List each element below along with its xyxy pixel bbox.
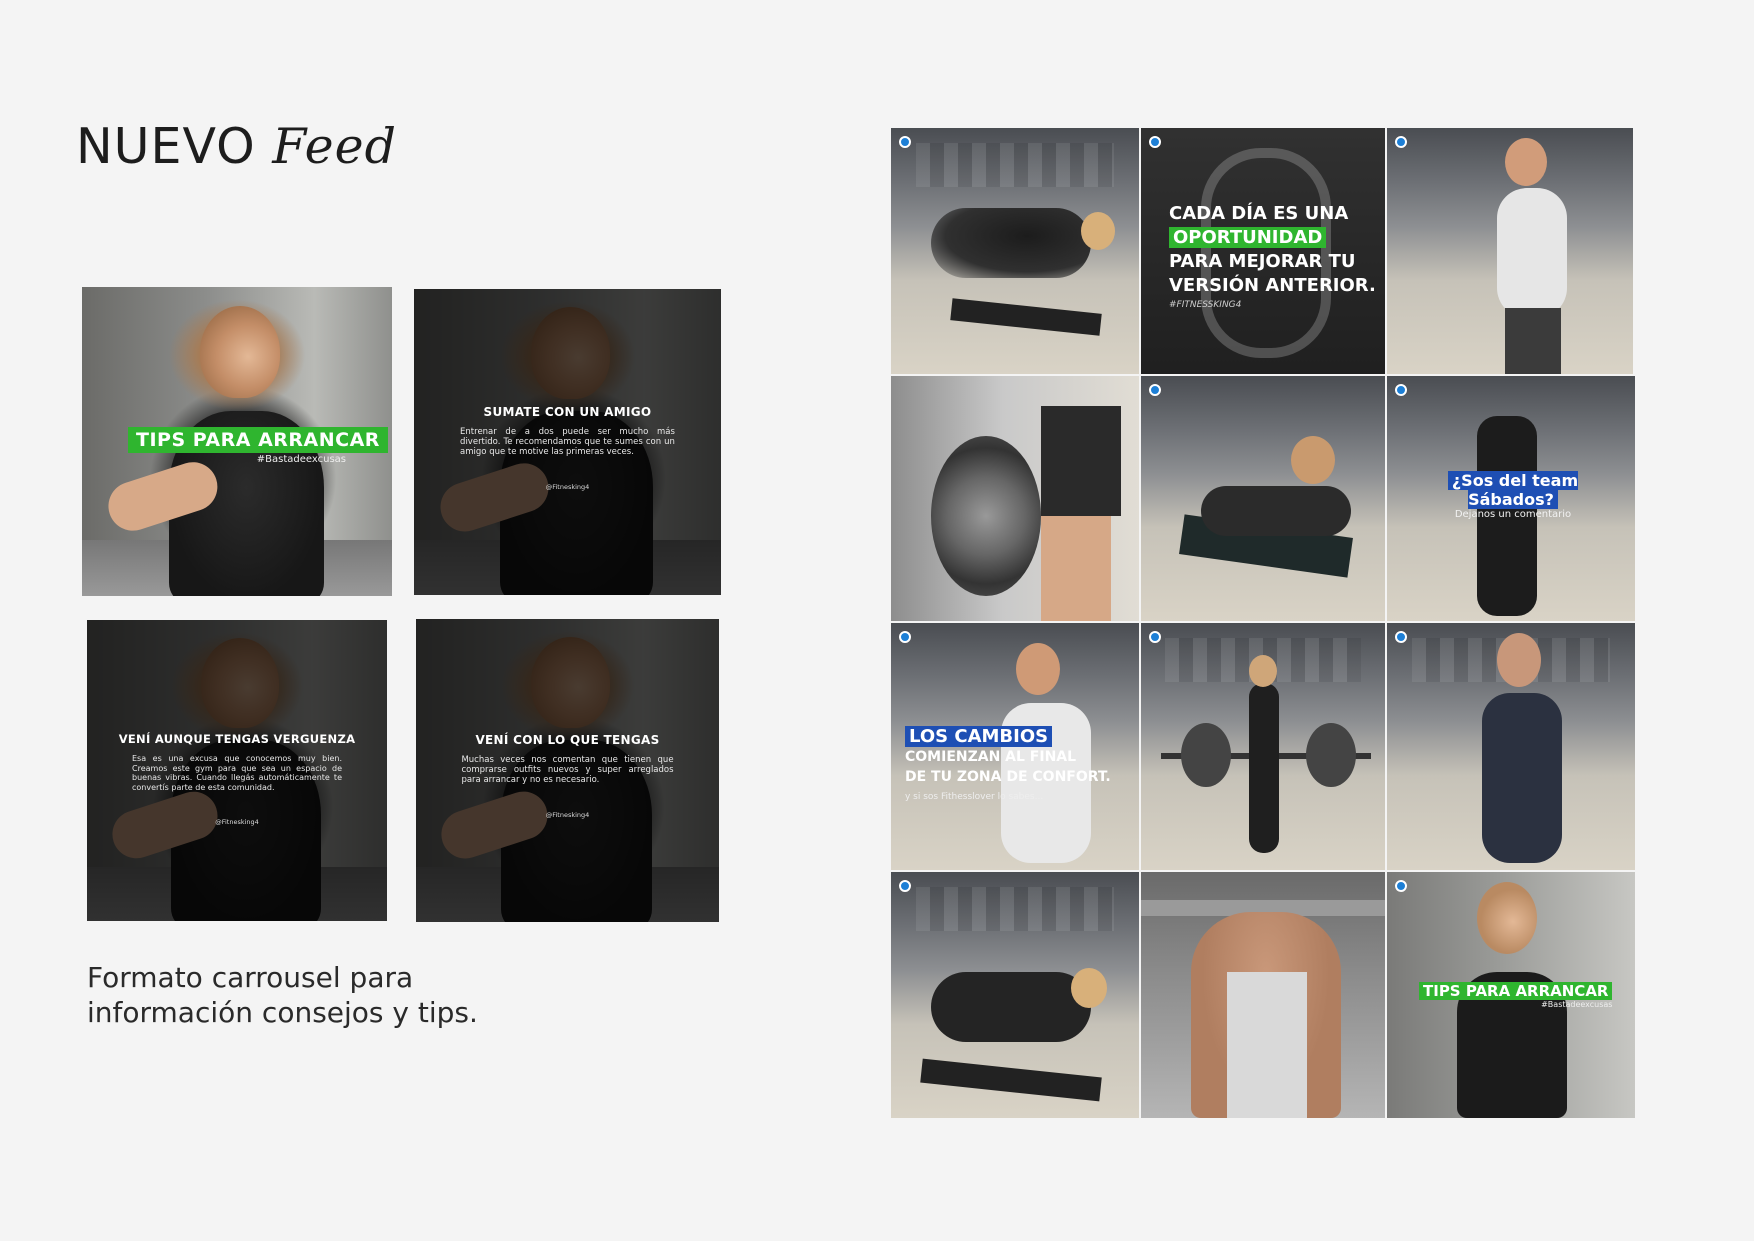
carousel-card-1: TIPS PARA ARRANCAR #Bastadeexcusas	[82, 287, 392, 596]
quote-sub: y si sos Fithesslover lo sabes...	[905, 792, 1044, 802]
card-heading: VENÍ CON LO QUE TENGAS	[475, 733, 660, 747]
feed-tile-1[interactable]	[891, 128, 1139, 374]
quote-line-3: PARA MEJORAR TU	[1169, 251, 1356, 272]
card-handle: @Fitnesking4	[545, 483, 590, 491]
tile-photo-person	[1201, 486, 1351, 536]
tile-photo-tank	[1227, 972, 1307, 1118]
quote-line-1: LOS CAMBIOS	[905, 726, 1053, 747]
card-overlay: TIPS PARA ARRANCAR #Bastadeexcusas	[82, 287, 392, 596]
tile-photo-person	[1249, 683, 1279, 853]
page-title: NUEVO Feed	[76, 118, 397, 175]
card-overlay: VENÍ AUNQUE TENGAS VERGUENZA Esa es una …	[87, 620, 387, 921]
tile-photo-head	[1477, 882, 1537, 954]
carousel-card-2: SUMATE CON UN AMIGO Entrenar de a dos pu…	[414, 289, 721, 595]
badge-text: TIPS PARA ARRANCAR	[1419, 982, 1613, 1000]
tile-photo-plate-right	[1306, 723, 1356, 787]
card-handle: @Fitnesking4	[545, 811, 590, 819]
tile-photo-mat	[920, 1058, 1102, 1102]
caption-line-2: información consejos y tips.	[87, 996, 478, 1029]
quote-hashtag: #FITNESSKING4	[1169, 300, 1242, 310]
card-overlay: SUMATE CON UN AMIGO Entrenar de a dos pu…	[414, 289, 721, 595]
tile-quote: LOS CAMBIOS COMIENZAN AL FINAL DE TU ZON…	[905, 726, 1111, 807]
tile-photo-head	[1081, 212, 1115, 250]
feed-tile-5[interactable]	[1141, 376, 1385, 621]
feed-tile-11[interactable]	[1141, 872, 1385, 1118]
feed-tile-12[interactable]: TIPS PARA ARRANCAR #Bastadeexcusas	[1387, 872, 1635, 1118]
selection-dot-icon[interactable]	[1395, 384, 1407, 396]
tile-photo-plate-left	[1181, 723, 1231, 787]
selection-dot-icon[interactable]	[899, 631, 911, 643]
card-badge: TIPS PARA ARRANCAR	[128, 427, 388, 453]
quote-line-2: OPORTUNIDAD	[1169, 227, 1327, 248]
selection-dot-icon[interactable]	[899, 880, 911, 892]
question-text: ¿Sos del team Sábados?	[1447, 471, 1579, 509]
tile-photo-head	[1071, 968, 1107, 1008]
tile-photo-torso	[1497, 188, 1567, 318]
carousel-card-4: VENÍ CON LO QUE TENGAS Muchas veces nos …	[416, 619, 719, 922]
tile-badge: TIPS PARA ARRANCAR #Bastadeexcusas	[1419, 982, 1613, 1009]
caption: Formato carrousel para información conse…	[87, 960, 607, 1030]
selection-dot-icon[interactable]	[1395, 136, 1407, 148]
feed-tile-7[interactable]: LOS CAMBIOS COMIENZAN AL FINAL DE TU ZON…	[891, 623, 1139, 870]
quote-line-2: COMIENZAN AL FINAL	[905, 749, 1077, 765]
card-body: Muchas veces nos comentan que tienen que…	[461, 755, 674, 785]
feed-tile-9[interactable]	[1387, 623, 1635, 870]
selection-dot-icon[interactable]	[899, 136, 911, 148]
tile-photo-mat	[950, 298, 1102, 336]
tile-photo-person	[931, 972, 1091, 1042]
card-overlay: VENÍ CON LO QUE TENGAS Muchas veces nos …	[416, 619, 719, 922]
selection-dot-icon[interactable]	[1395, 631, 1407, 643]
feed-tile-6[interactable]: ¿Sos del team Sábados? Dejanos un coment…	[1387, 376, 1635, 621]
question-sub: Dejanos un comentario	[1454, 509, 1572, 520]
title-accent: Feed	[272, 118, 397, 175]
card-hashtag: #Bastadeexcusas	[256, 454, 346, 465]
tile-photo-plates	[931, 436, 1041, 596]
selection-dot-icon[interactable]	[1149, 136, 1161, 148]
card-heading: VENÍ AUNQUE TENGAS VERGUENZA	[118, 732, 356, 746]
card-body: Esa es una excusa que conocemos muy bien…	[132, 754, 342, 792]
tile-photo-leg	[1041, 516, 1111, 621]
quote-line-3: DE TU ZONA DE CONFORT.	[905, 769, 1111, 785]
card-body: Entrenar de a dos puede ser mucho más di…	[460, 427, 675, 457]
tile-photo-head	[1291, 436, 1335, 484]
tile-photo-shorts	[1041, 406, 1121, 516]
card-heading: SUMATE CON UN AMIGO	[483, 405, 652, 419]
carousel-card-3: VENÍ AUNQUE TENGAS VERGUENZA Esa es una …	[87, 620, 387, 921]
title-main: NUEVO	[76, 118, 256, 175]
tile-photo-head	[1497, 633, 1541, 687]
tile-question: ¿Sos del team Sábados? Dejanos un coment…	[1413, 471, 1613, 520]
tile-photo-head	[1016, 643, 1060, 695]
quote-line-4: VERSIÓN ANTERIOR.	[1169, 275, 1376, 296]
caption-line-1: Formato carrousel para	[87, 961, 414, 994]
selection-dot-icon[interactable]	[1149, 384, 1161, 396]
feed-tile-10[interactable]	[891, 872, 1139, 1118]
badge-hashtag: #Bastadeexcusas	[1541, 1000, 1613, 1009]
tile-photo-person	[931, 208, 1091, 278]
selection-dot-icon[interactable]	[1149, 631, 1161, 643]
quote-line-1: CADA DÍA ES UNA	[1169, 203, 1349, 224]
feed-tile-4[interactable]	[891, 376, 1139, 621]
feed-tile-2[interactable]: CADA DÍA ES UNA OPORTUNIDAD PARA MEJORAR…	[1141, 128, 1385, 374]
card-handle: @Fitnesking4	[215, 818, 259, 826]
feed-tile-8[interactable]	[1141, 623, 1385, 870]
selection-dot-icon[interactable]	[1395, 880, 1407, 892]
tile-photo-head	[1505, 138, 1547, 186]
tile-photo-legs	[1505, 308, 1561, 374]
tile-photo-head	[1249, 655, 1277, 687]
tile-photo-torso	[1482, 693, 1562, 863]
tile-quote: CADA DÍA ES UNA OPORTUNIDAD PARA MEJORAR…	[1169, 202, 1376, 312]
feed-tile-3[interactable]	[1387, 128, 1633, 374]
